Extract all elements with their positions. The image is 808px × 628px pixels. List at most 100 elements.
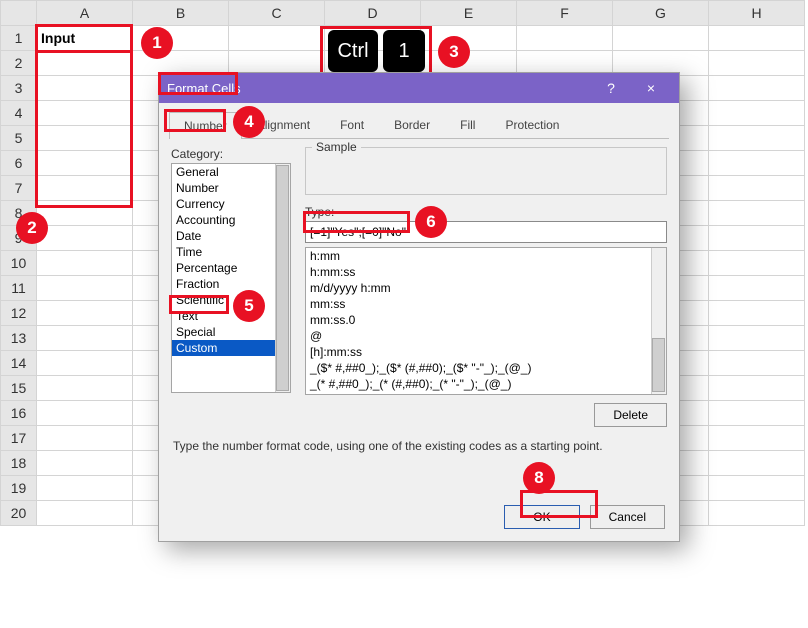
category-item-time[interactable]: Time	[172, 244, 290, 260]
cell[interactable]	[37, 376, 133, 401]
category-item-currency[interactable]: Currency	[172, 196, 290, 212]
cell[interactable]	[37, 401, 133, 426]
row-header[interactable]: 10	[1, 251, 37, 276]
cell-a4[interactable]	[37, 101, 133, 126]
cell[interactable]	[613, 26, 709, 51]
col-header-h[interactable]: H	[709, 1, 805, 26]
ok-button[interactable]: OK	[504, 505, 579, 529]
cell[interactable]	[709, 126, 805, 151]
cell[interactable]	[709, 326, 805, 351]
cell[interactable]	[709, 226, 805, 251]
tab-protection[interactable]: Protection	[490, 111, 574, 138]
col-header-d[interactable]: D	[325, 1, 421, 26]
cell[interactable]	[37, 176, 133, 201]
cell[interactable]	[37, 301, 133, 326]
row-header[interactable]: 3	[1, 76, 37, 101]
row-header[interactable]: 6	[1, 151, 37, 176]
cell[interactable]	[709, 426, 805, 451]
cell[interactable]	[37, 476, 133, 501]
col-header-a[interactable]: A	[37, 1, 133, 26]
cell[interactable]	[229, 26, 325, 51]
cell[interactable]	[709, 176, 805, 201]
scrollbar-thumb[interactable]	[276, 165, 289, 391]
scrollbar[interactable]	[275, 164, 290, 392]
col-header-b[interactable]: B	[133, 1, 229, 26]
delete-button[interactable]: Delete	[594, 403, 667, 427]
format-item[interactable]: _($* #,##0.00_);_($* (#,##0.00);_($* "-"…	[306, 392, 666, 395]
row-header[interactable]: 18	[1, 451, 37, 476]
format-item[interactable]: @	[306, 328, 666, 344]
category-item-percentage[interactable]: Percentage	[172, 260, 290, 276]
cell[interactable]	[37, 251, 133, 276]
cell[interactable]	[709, 301, 805, 326]
cell[interactable]	[517, 26, 613, 51]
category-item-fraction[interactable]: Fraction	[172, 276, 290, 292]
cell[interactable]	[37, 501, 133, 526]
category-item-number[interactable]: Number	[172, 180, 290, 196]
cell[interactable]	[709, 476, 805, 501]
col-header-f[interactable]: F	[517, 1, 613, 26]
dialog-titlebar[interactable]: Format Cells ? ×	[159, 73, 679, 103]
tab-border[interactable]: Border	[379, 111, 445, 138]
row-header[interactable]: 1	[1, 26, 37, 51]
row-header[interactable]: 11	[1, 276, 37, 301]
category-list[interactable]: General Number Currency Accounting Date …	[171, 163, 291, 393]
cell[interactable]	[709, 276, 805, 301]
row-header[interactable]: 16	[1, 401, 37, 426]
row-header[interactable]: 2	[1, 51, 37, 76]
cell-a6[interactable]	[37, 151, 133, 176]
row-header[interactable]: 14	[1, 351, 37, 376]
cell[interactable]	[709, 451, 805, 476]
cell-a1[interactable]: Input	[37, 26, 133, 51]
cell[interactable]	[37, 276, 133, 301]
close-button[interactable]: ×	[631, 80, 671, 96]
scrollbar[interactable]	[651, 248, 666, 394]
format-item[interactable]: _($* #,##0_);_($* (#,##0);_($* "-"_);_(@…	[306, 360, 666, 376]
corner-cell[interactable]	[1, 1, 37, 26]
cell[interactable]	[37, 326, 133, 351]
category-item-text[interactable]: Text	[172, 308, 290, 324]
row-header[interactable]: 17	[1, 426, 37, 451]
category-item-date[interactable]: Date	[172, 228, 290, 244]
category-item-scientific[interactable]: Scientific	[172, 292, 290, 308]
col-header-c[interactable]: C	[229, 1, 325, 26]
cell[interactable]	[37, 451, 133, 476]
cell[interactable]	[37, 201, 133, 226]
cell-a2[interactable]	[37, 51, 133, 76]
format-list[interactable]: h:mm h:mm:ss m/d/yyyy h:mm mm:ss mm:ss.0…	[305, 247, 667, 395]
format-item[interactable]: _(* #,##0_);_(* (#,##0);_(* "-"_);_(@_)	[306, 376, 666, 392]
row-header[interactable]: 19	[1, 476, 37, 501]
cell[interactable]	[709, 401, 805, 426]
row-header[interactable]: 4	[1, 101, 37, 126]
format-item[interactable]: [h]:mm:ss	[306, 344, 666, 360]
format-item[interactable]: mm:ss	[306, 296, 666, 312]
cell-a5[interactable]	[37, 126, 133, 151]
row-header[interactable]: 20	[1, 501, 37, 526]
row-header[interactable]: 7	[1, 176, 37, 201]
category-item-general[interactable]: General	[172, 164, 290, 180]
category-item-custom[interactable]: Custom	[172, 340, 290, 356]
scrollbar-thumb[interactable]	[652, 338, 665, 392]
row-header[interactable]: 15	[1, 376, 37, 401]
row-header[interactable]: 12	[1, 301, 37, 326]
format-item[interactable]: h:mm:ss	[306, 264, 666, 280]
help-button[interactable]: ?	[591, 80, 631, 96]
col-header-g[interactable]: G	[613, 1, 709, 26]
tab-font[interactable]: Font	[325, 111, 379, 138]
cell[interactable]	[709, 101, 805, 126]
cell[interactable]	[709, 76, 805, 101]
tab-number[interactable]: Number	[169, 112, 242, 139]
row-header[interactable]: 13	[1, 326, 37, 351]
format-item[interactable]: h:mm	[306, 248, 666, 264]
cell[interactable]	[37, 351, 133, 376]
tab-fill[interactable]: Fill	[445, 111, 490, 138]
cell[interactable]	[709, 251, 805, 276]
cell[interactable]	[709, 351, 805, 376]
category-item-accounting[interactable]: Accounting	[172, 212, 290, 228]
cell[interactable]	[709, 501, 805, 526]
cell[interactable]	[709, 26, 805, 51]
category-item-special[interactable]: Special	[172, 324, 290, 340]
cancel-button[interactable]: Cancel	[590, 505, 665, 529]
format-item[interactable]: m/d/yyyy h:mm	[306, 280, 666, 296]
cell[interactable]	[709, 151, 805, 176]
